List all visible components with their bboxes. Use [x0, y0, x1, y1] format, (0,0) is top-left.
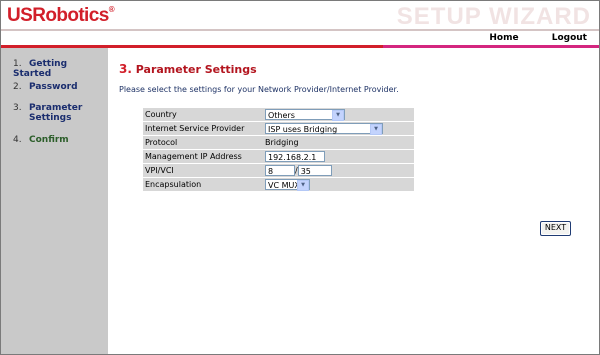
country-cell: Others ▼ — [263, 108, 414, 121]
protocol-label: Protocol — [143, 136, 263, 149]
mgmt-ip-cell: 192.168.2.1 — [263, 150, 414, 163]
main-content: 3. Parameter Settings Please select the … — [108, 48, 599, 354]
steps-sidebar: 1. Getting Started 2. Password 3. Parameter… — [1, 48, 108, 354]
encapsulation-label: Encapsulation — [143, 178, 263, 191]
section-number: 3. — [119, 62, 132, 76]
chevron-down-icon[interactable]: ▼ — [370, 124, 382, 135]
encapsulation-cell: VC MUX ▼ — [263, 178, 414, 191]
step-label[interactable]: Confirm — [29, 135, 69, 145]
isp-select[interactable]: ISP uses Bridging ▼ — [265, 123, 383, 135]
header-divider — [1, 29, 599, 31]
home-link[interactable]: Home — [489, 33, 518, 43]
step-number: 3. — [13, 103, 22, 113]
step-confirm[interactable]: 4. Confirm — [13, 135, 69, 145]
chevron-down-icon[interactable]: ▼ — [332, 110, 344, 121]
vpivci-label: VPI/VCI — [143, 164, 263, 177]
step-label[interactable]: Parameter Settings — [29, 103, 89, 123]
top-nav-links: Home Logout — [459, 33, 587, 43]
step-password[interactable]: 2. Password — [13, 82, 78, 92]
header: USRobotics® SETUP WIZARD — [1, 1, 599, 33]
isp-label: Internet Service Provider — [143, 122, 263, 135]
step-parameter-settings[interactable]: 3. Parameter Settings — [13, 103, 89, 123]
isp-cell: ISP uses Bridging ▼ — [263, 122, 414, 135]
table-row: Management IP Address 192.168.2.1 — [143, 150, 414, 163]
protocol-value: Bridging — [263, 136, 414, 149]
country-label: Country — [143, 108, 263, 121]
next-button[interactable]: NEXT — [540, 221, 571, 236]
isp-value: ISP uses Bridging — [268, 125, 338, 134]
section-title-text: Parameter Settings — [135, 63, 257, 76]
chevron-down-icon[interactable]: ▼ — [297, 180, 309, 191]
mgmt-ip-input[interactable]: 192.168.2.1 — [265, 151, 325, 162]
table-row: Encapsulation VC MUX ▼ — [143, 178, 414, 191]
step-number: 4. — [13, 135, 22, 145]
step-label[interactable]: Password — [29, 82, 78, 92]
parameter-table: Country Others ▼ Internet Service Provide… — [143, 107, 414, 192]
vpivci-cell: 8/35 — [263, 164, 414, 177]
country-select[interactable]: Others ▼ — [265, 109, 345, 121]
step-number: 2. — [13, 82, 22, 92]
table-row: VPI/VCI 8/35 — [143, 164, 414, 177]
setup-wizard-title: SETUP WIZARD — [396, 3, 591, 30]
mgmt-ip-label: Management IP Address — [143, 150, 263, 163]
usrobotics-logo: USRobotics® — [7, 5, 115, 27]
step-getting-started[interactable]: 1. Getting Started — [13, 59, 108, 79]
section-title: 3. Parameter Settings — [119, 62, 257, 76]
vci-input[interactable]: 35 — [297, 165, 332, 176]
logout-link[interactable]: Logout — [552, 33, 587, 43]
logo-text: USRobotics — [7, 5, 109, 26]
table-row: Protocol Bridging — [143, 136, 414, 149]
intro-text: Please select the settings for your Netw… — [119, 85, 399, 94]
table-row: Country Others ▼ — [143, 108, 414, 121]
top-nav: Home Logout — [1, 33, 599, 45]
vpi-input[interactable]: 8 — [265, 165, 295, 176]
registered-mark: ® — [108, 5, 115, 14]
encapsulation-select[interactable]: VC MUX ▼ — [265, 179, 310, 191]
country-value: Others — [268, 111, 295, 120]
step-number: 1. — [13, 59, 22, 69]
encapsulation-value: VC MUX — [268, 181, 300, 190]
browser-frame: USRobotics® SETUP WIZARD Home Logout 1. G… — [0, 0, 600, 355]
table-row: Internet Service Provider ISP uses Bridg… — [143, 122, 414, 135]
